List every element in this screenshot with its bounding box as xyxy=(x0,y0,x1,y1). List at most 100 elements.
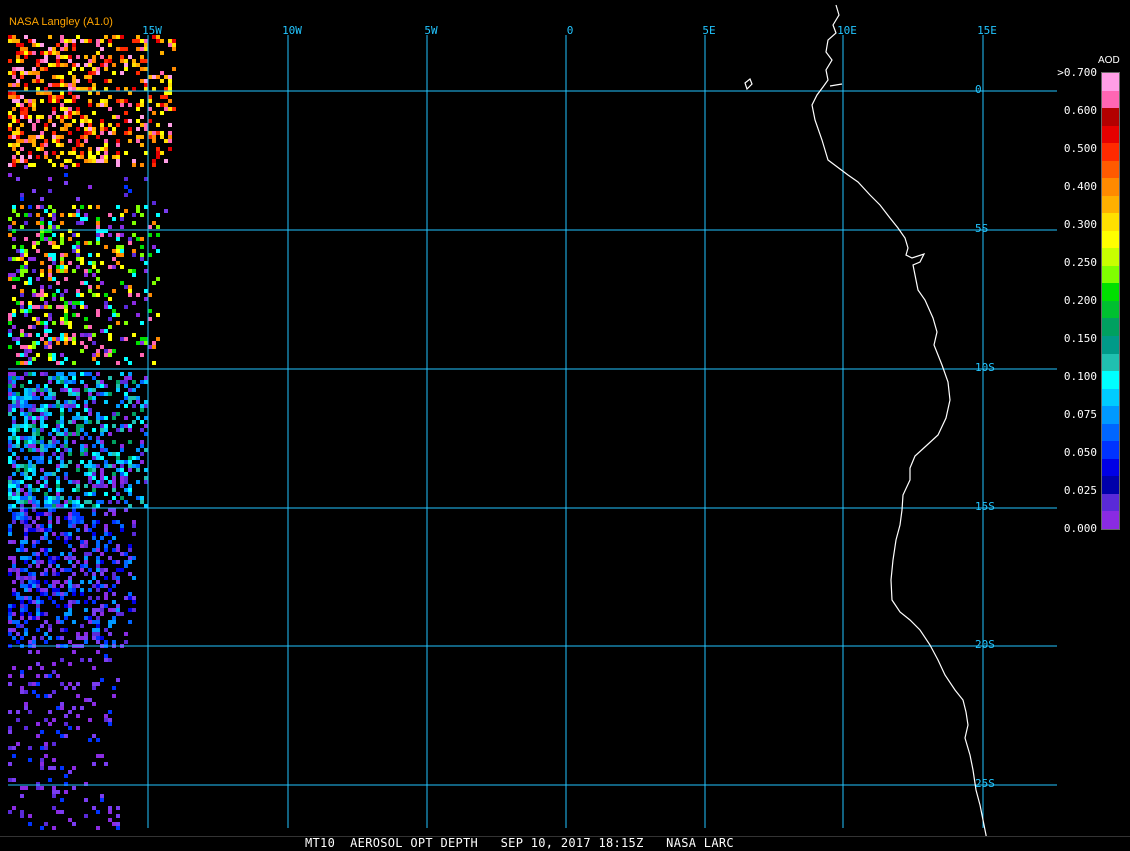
aerosol-pixel xyxy=(112,508,116,512)
aerosol-pixel xyxy=(36,233,40,237)
aerosol-pixel xyxy=(68,608,72,612)
aerosol-pixel xyxy=(132,420,136,424)
aerosol-pixel xyxy=(60,241,64,245)
aerosol-pixel xyxy=(56,464,60,468)
aerosol-pixel xyxy=(144,337,148,341)
aerosol-pixel xyxy=(140,39,144,43)
aerosol-pixel xyxy=(80,504,84,508)
aerosol-pixel xyxy=(104,548,108,552)
aerosol-pixel xyxy=(16,135,20,139)
aerosol-pixel xyxy=(96,754,100,758)
aerosol-pixel xyxy=(36,596,40,600)
aerosol-pixel xyxy=(68,520,72,524)
aerosol-pixel xyxy=(24,159,28,163)
aerosol-pixel xyxy=(36,786,40,790)
aerosol-pixel xyxy=(88,718,92,722)
aerosol-pixel xyxy=(96,564,100,568)
aerosol-pixel xyxy=(60,305,64,309)
aerosol-pixel xyxy=(124,472,128,476)
aerosol-pixel xyxy=(16,39,20,43)
aerosol-pixel xyxy=(88,388,92,392)
aerosol-pixel xyxy=(128,361,132,365)
aerosol-pixel xyxy=(60,35,64,39)
aerosol-pixel xyxy=(144,404,148,408)
aerosol-pixel xyxy=(32,580,36,584)
aerosol-pixel xyxy=(160,95,164,99)
aerosol-pixel xyxy=(92,353,96,357)
aerosol-pixel xyxy=(96,392,100,396)
aerosol-pixel xyxy=(68,372,72,376)
aerosol-pixel xyxy=(112,488,116,492)
aerosol-pixel xyxy=(136,396,140,400)
aerosol-pixel xyxy=(116,544,120,548)
aerosol-pixel xyxy=(108,55,112,59)
aerosol-pixel xyxy=(32,488,36,492)
aerosol-pixel xyxy=(64,616,68,620)
aerosol-pixel xyxy=(152,135,156,139)
aerosol-pixel xyxy=(44,472,48,476)
aerosol-pixel xyxy=(76,528,80,532)
aerosol-pixel xyxy=(28,408,32,412)
aerosol-pixel xyxy=(152,131,156,135)
aerosol-pixel xyxy=(48,520,52,524)
aerosol-pixel xyxy=(32,317,36,321)
aerosol-pixel xyxy=(88,412,92,416)
aerosol-pixel xyxy=(76,63,80,67)
aerosol-pixel xyxy=(168,123,172,127)
aerosol-pixel xyxy=(108,624,112,628)
aerosol-pixel xyxy=(8,35,12,39)
aerosol-pixel xyxy=(52,376,56,380)
aerosol-pixel xyxy=(28,349,32,353)
aerosol-pixel xyxy=(8,480,12,484)
aerosol-pixel xyxy=(104,460,108,464)
aerosol-pixel xyxy=(48,345,52,349)
aerosol-pixel xyxy=(40,572,44,576)
aerosol-pixel xyxy=(28,460,32,464)
aerosol-pixel xyxy=(68,87,72,91)
legend-tick-label: 0.025 xyxy=(1063,484,1097,497)
aerosol-pixel xyxy=(20,794,24,798)
aerosol-pixel xyxy=(20,686,24,690)
aerosol-pixel xyxy=(72,245,76,249)
aerosol-pixel xyxy=(44,496,48,500)
aerosol-pixel xyxy=(76,79,80,83)
aerosol-pixel xyxy=(52,135,56,139)
aerosol-pixel xyxy=(72,706,76,710)
aerosol-pixel xyxy=(8,556,12,560)
aerosol-pixel xyxy=(20,814,24,818)
aerosol-pixel xyxy=(68,460,72,464)
aerosol-pixel xyxy=(116,560,120,564)
aerosol-pixel xyxy=(64,432,68,436)
aerosol-pixel xyxy=(112,412,116,416)
aerosol-pixel xyxy=(24,508,28,512)
aerosol-pixel xyxy=(84,492,88,496)
aerosol-pixel xyxy=(116,576,120,580)
aerosol-pixel xyxy=(44,632,48,636)
aerosol-pixel xyxy=(148,131,152,135)
aerosol-pixel xyxy=(120,448,124,452)
aerosol-pixel xyxy=(36,504,40,508)
aerosol-pixel xyxy=(24,400,28,404)
aerosol-pixel xyxy=(16,480,20,484)
aerosol-pixel xyxy=(20,353,24,357)
aerosol-pixel xyxy=(92,636,96,640)
aerosol-pixel xyxy=(32,640,36,644)
aerosol-pixel xyxy=(52,396,56,400)
aerosol-pixel xyxy=(104,293,108,297)
aerosol-pixel xyxy=(116,321,120,325)
aerosol-pixel xyxy=(92,155,96,159)
aerosol-pixel xyxy=(88,396,92,400)
aerosol-pixel xyxy=(36,155,40,159)
aerosol-pixel xyxy=(16,353,20,357)
aerosol-pixel xyxy=(64,341,68,345)
aerosol-pixel xyxy=(32,43,36,47)
aerosol-pixel xyxy=(72,233,76,237)
aerosol-pixel xyxy=(56,520,60,524)
aerosol-pixel xyxy=(72,686,76,690)
aerosol-pixel xyxy=(120,472,124,476)
aerosol-pixel xyxy=(8,372,12,376)
aerosol-pixel xyxy=(56,55,60,59)
aerosol-pixel xyxy=(56,420,60,424)
aerosol-pixel xyxy=(20,556,24,560)
aerosol-pixel xyxy=(104,568,108,572)
